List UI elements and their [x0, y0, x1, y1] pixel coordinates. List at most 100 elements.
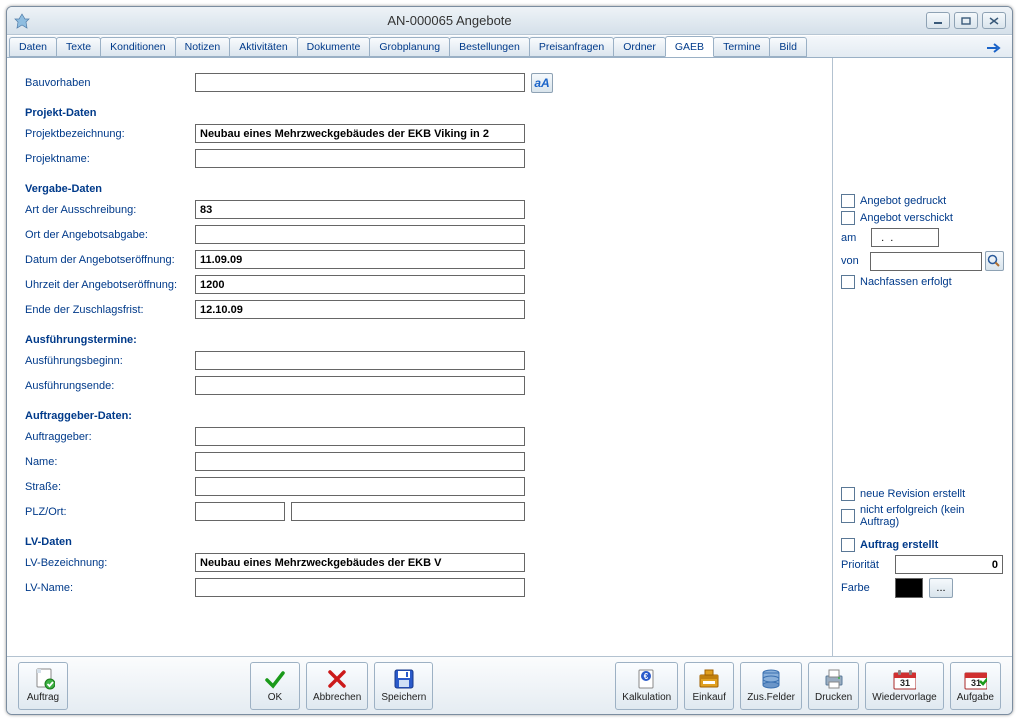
art-ausschreibung-input[interactable] [195, 200, 525, 219]
form-area: Bauvorhaben aA Projekt-Daten Projektbeze… [7, 58, 832, 656]
von-input[interactable] [870, 252, 982, 271]
next-arrow-button[interactable] [982, 39, 1006, 57]
ok-button[interactable]: OK [250, 662, 300, 710]
auftrag-button[interactable]: Auftrag [18, 662, 68, 710]
auftraggeber-daten-header: Auftraggeber-Daten: [25, 410, 814, 422]
auftraggeber-input[interactable] [195, 427, 525, 446]
auftrag-label: Auftrag [27, 692, 59, 703]
am-input[interactable] [871, 228, 939, 247]
projektbezeichnung-input[interactable] [195, 124, 525, 143]
tab-gaeb[interactable]: GAEB [665, 36, 714, 57]
ok-icon [263, 668, 287, 690]
projektname-input[interactable] [195, 149, 525, 168]
ausfuehrungsende-input[interactable] [195, 376, 525, 395]
neue-revision-label: neue Revision erstellt [860, 488, 965, 500]
kalkulation-label: Kalkulation [622, 692, 671, 703]
datum-eroeffnung-label: Datum der Angebotseröffnung: [25, 254, 195, 266]
nicht-erfolgreich-label: nicht erfolgreich (kein Auftrag) [860, 504, 1004, 528]
einkauf-button[interactable]: Einkauf [684, 662, 734, 710]
nachfassen-label: Nachfassen erfolgt [860, 276, 952, 288]
kalkulation-button[interactable]: € Kalkulation [615, 662, 678, 710]
close-button[interactable] [982, 12, 1006, 29]
von-label: von [841, 255, 864, 267]
bauvorhaben-input[interactable] [195, 73, 525, 92]
drucken-label: Drucken [815, 692, 852, 703]
tab-aktivitäten[interactable]: Aktivitäten [229, 37, 297, 57]
window-title: AN-000065 Angebote [6, 13, 926, 28]
zusfelder-button[interactable]: Zus.Felder [740, 662, 802, 710]
auftrag-icon [31, 668, 55, 690]
text-format-button[interactable]: aA [531, 73, 553, 93]
tab-daten[interactable]: Daten [9, 37, 57, 57]
neue-revision-checkbox[interactable] [841, 487, 855, 501]
aufgabe-icon: 31 [963, 668, 987, 690]
abbrechen-label: Abbrechen [313, 692, 361, 703]
ort-input[interactable] [291, 502, 525, 521]
drucken-button[interactable]: Drucken [808, 662, 859, 710]
ort-abgabe-input[interactable] [195, 225, 525, 244]
lv-name-label: LV-Name: [25, 582, 195, 594]
von-search-button[interactable] [985, 251, 1004, 271]
tab-bild[interactable]: Bild [769, 37, 807, 57]
tab-notizen[interactable]: Notizen [175, 37, 231, 57]
einkauf-label: Einkauf [693, 692, 726, 703]
projektbezeichnung-label: Projektbezeichnung: [25, 128, 195, 140]
farbe-picker-button[interactable]: ... [929, 578, 953, 598]
maximize-button[interactable] [954, 12, 978, 29]
prioritaet-input[interactable] [895, 555, 1003, 574]
svg-text:31: 31 [971, 678, 981, 688]
tab-konditionen[interactable]: Konditionen [100, 37, 175, 57]
tab-termine[interactable]: Termine [713, 37, 770, 57]
abbrechen-icon [325, 668, 349, 690]
angebot-verschickt-label: Angebot verschickt [860, 212, 953, 224]
ende-zuschlagsfrist-input[interactable] [195, 300, 525, 319]
angebot-verschickt-checkbox[interactable] [841, 211, 855, 225]
tab-ordner[interactable]: Ordner [613, 37, 666, 57]
uhrzeit-eroeffnung-input[interactable] [195, 275, 525, 294]
minimize-button[interactable] [926, 12, 950, 29]
abbrechen-button[interactable]: Abbrechen [306, 662, 368, 710]
ausfuehrungsende-label: Ausführungsende: [25, 380, 195, 392]
plzort-label: PLZ/Ort: [25, 506, 195, 518]
projektname-label: Projektname: [25, 153, 195, 165]
lv-daten-header: LV-Daten [25, 536, 814, 548]
name-label: Name: [25, 456, 195, 468]
tab-preisanfragen[interactable]: Preisanfragen [529, 37, 614, 57]
angebot-gedruckt-checkbox[interactable] [841, 194, 855, 208]
wiedervorlage-icon: 31 [892, 668, 916, 690]
nicht-erfolgreich-checkbox[interactable] [841, 509, 855, 523]
wiedervorlage-button[interactable]: 31Wiedervorlage [865, 662, 943, 710]
tab-strip: DatenTexteKonditionenNotizenAktivitätenD… [7, 36, 1012, 58]
am-label: am [841, 232, 865, 244]
lv-bezeichnung-label: LV-Bezeichnung: [25, 557, 195, 569]
name-input[interactable] [195, 452, 525, 471]
tab-texte[interactable]: Texte [56, 37, 101, 57]
bottom-toolbar: Auftrag OK Abbrechen Speichern € Kalkulation E… [7, 656, 1012, 714]
ende-zuschlagsfrist-label: Ende der Zuschlagsfrist: [25, 304, 195, 316]
ausfuehrungsbeginn-input[interactable] [195, 351, 525, 370]
aufgabe-label: Aufgabe [957, 692, 994, 703]
strasse-input[interactable] [195, 477, 525, 496]
auftrag-erstellt-checkbox[interactable] [841, 538, 855, 552]
projekt-daten-header: Projekt-Daten [25, 107, 814, 119]
speichern-icon [392, 668, 416, 690]
tab-grobplanung[interactable]: Grobplanung [369, 37, 450, 57]
titlebar: AN-000065 Angebote [7, 7, 1012, 35]
tab-bestellungen[interactable]: Bestellungen [449, 37, 530, 57]
nachfassen-checkbox[interactable] [841, 275, 855, 289]
svg-text:€: € [644, 672, 649, 681]
drucken-icon [822, 668, 846, 690]
farbe-swatch[interactable] [895, 578, 923, 598]
uhrzeit-eroeffnung-label: Uhrzeit der Angebotseröffnung: [25, 279, 195, 291]
plz-input[interactable] [195, 502, 285, 521]
ok-label: OK [268, 692, 282, 703]
datum-eroeffnung-input[interactable] [195, 250, 525, 269]
tab-dokumente[interactable]: Dokumente [297, 37, 371, 57]
speichern-button[interactable]: Speichern [374, 662, 433, 710]
ausfuehrungstermine-header: Ausführungstermine: [25, 334, 814, 346]
lv-bezeichnung-input[interactable] [195, 553, 525, 572]
aufgabe-button[interactable]: 31 Aufgabe [950, 662, 1001, 710]
einkauf-icon [697, 668, 721, 690]
lv-name-input[interactable] [195, 578, 525, 597]
side-panel: Angebot gedruckt Angebot verschickt am v… [832, 58, 1012, 656]
